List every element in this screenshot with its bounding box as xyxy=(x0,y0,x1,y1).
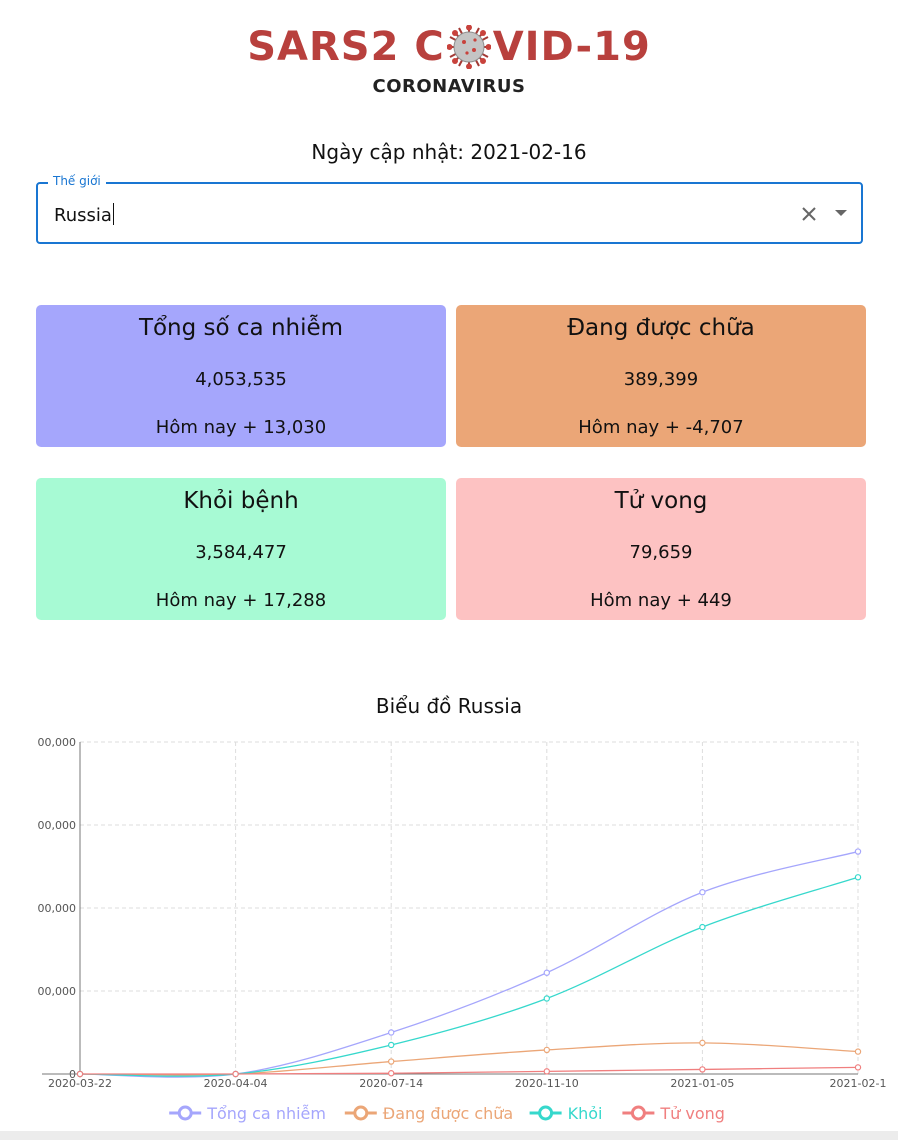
logo-title-left: SARS2 C xyxy=(247,24,445,70)
data-point xyxy=(699,923,706,931)
legend-label: Tử vong xyxy=(659,1104,725,1123)
card-today: Hôm nay + 13,030 xyxy=(155,417,327,438)
y-tick-label: 00,000 xyxy=(38,985,77,998)
country-select-input[interactable]: Russia xyxy=(54,203,114,226)
series-line-0 xyxy=(79,850,859,1078)
bottom-scroll-strip xyxy=(0,1131,898,1140)
line-chart: 000,00000,00000,00000,0002020-03-222020-… xyxy=(38,736,887,1123)
x-tick-label: 2020-07-14 xyxy=(359,1077,423,1090)
card-value: 4,053,535 xyxy=(195,369,287,390)
card-value: 389,399 xyxy=(623,369,699,390)
data-point xyxy=(388,1029,395,1036)
data-point xyxy=(388,1070,395,1077)
data-point xyxy=(232,1070,239,1078)
card-deaths: Tử vong 79,659 Hôm nay + 449 xyxy=(456,478,866,620)
data-point xyxy=(854,874,862,881)
logo-subtitle: CORONAVIRUS xyxy=(372,76,526,97)
legend-label: Tổng ca nhiễm xyxy=(206,1104,326,1123)
clear-icon[interactable] xyxy=(799,204,819,224)
x-tick-label: 2020-11-10 xyxy=(515,1077,579,1090)
card-active-cases: Đang được chữa 389,399 Hôm nay + -4,707 xyxy=(456,305,866,447)
data-point xyxy=(699,1039,706,1047)
card-title: Khỏi bệnh xyxy=(183,488,299,514)
country-select-value: Russia xyxy=(54,205,112,226)
logo-title-right: VID-19 xyxy=(492,24,651,70)
logo-title: SARS2 C VID-19 xyxy=(247,22,651,72)
x-tick-label: 2021-02-1 xyxy=(830,1077,887,1090)
legend-marker xyxy=(353,1105,369,1121)
data-point xyxy=(699,889,706,896)
y-tick-label: 00,000 xyxy=(38,902,77,915)
x-tick-label: 2021-01-05 xyxy=(670,1077,734,1090)
card-title: Tổng số ca nhiễm xyxy=(138,315,344,341)
data-point xyxy=(543,1046,551,1054)
country-select-legend: Thế giới xyxy=(48,174,106,188)
card-title: Đang được chữa xyxy=(567,315,755,341)
legend-marker xyxy=(630,1105,646,1121)
data-point xyxy=(388,1058,395,1065)
y-tick-label: 00,000 xyxy=(38,819,77,832)
x-tick-label: 2020-03-22 xyxy=(48,1077,112,1090)
card-today: Hôm nay + 449 xyxy=(590,590,732,611)
data-point xyxy=(543,1068,551,1075)
series-line-3 xyxy=(79,1066,859,1075)
data-point xyxy=(543,969,551,976)
app-logo: SARS2 C VID-19 CORONAVIRUS xyxy=(0,22,898,97)
card-today: Hôm nay + 17,288 xyxy=(155,590,327,611)
series-line-2 xyxy=(79,876,859,1077)
legend-marker xyxy=(177,1105,193,1121)
data-point xyxy=(76,1070,84,1078)
x-tick-label: 2020-04-04 xyxy=(204,1077,268,1090)
card-total-cases: Tổng số ca nhiễm 4,053,535 Hôm nay + 13,… xyxy=(36,305,446,447)
data-point xyxy=(854,1048,862,1055)
legend-marker xyxy=(538,1105,554,1121)
card-recovered: Khỏi bệnh 3,584,477 Hôm nay + 17,288 xyxy=(36,478,446,620)
card-value: 79,659 xyxy=(629,542,693,563)
data-point xyxy=(854,848,862,855)
data-point xyxy=(699,1066,706,1073)
data-point xyxy=(543,995,551,1002)
country-select[interactable]: Thế giới Russia xyxy=(36,174,863,244)
card-today: Hôm nay + -4,707 xyxy=(578,417,744,438)
text-cursor xyxy=(112,203,114,225)
series-line-1 xyxy=(79,1042,859,1076)
data-point xyxy=(388,1041,395,1049)
data-point xyxy=(854,1064,862,1071)
legend-label: Khỏi xyxy=(568,1104,603,1123)
update-date: Ngày cập nhật: 2021-02-16 xyxy=(311,140,587,164)
legend-label: Đang được chữa xyxy=(383,1104,513,1123)
chevron-down-icon[interactable] xyxy=(835,210,847,216)
card-value: 3,584,477 xyxy=(195,542,287,563)
y-tick-label: 00,000 xyxy=(38,736,77,749)
chart-title: Biểu đồ Russia xyxy=(375,694,523,718)
coronavirus-icon xyxy=(446,25,491,69)
card-title: Tử vong xyxy=(614,488,708,514)
